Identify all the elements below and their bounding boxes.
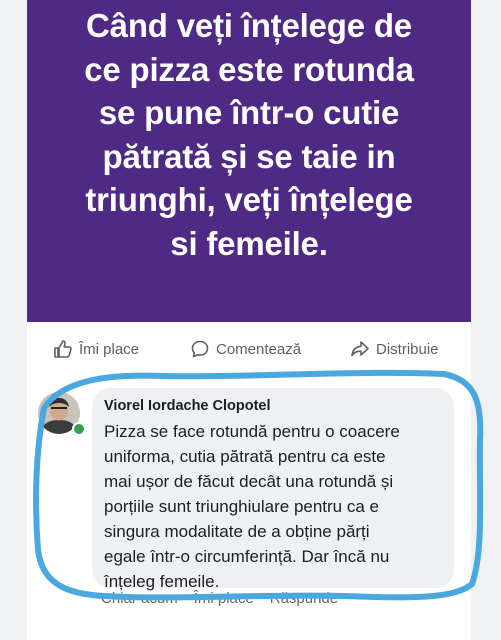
comment-reply-link[interactable]: Răspunde xyxy=(270,590,338,612)
comment-author[interactable]: Viorel Iordache Clopotel xyxy=(104,398,271,414)
post-actions-bar: Îmi place Comentează Distribuie xyxy=(27,322,471,374)
share-label: Distribuie xyxy=(376,340,439,358)
comment-label: Comentează xyxy=(216,340,302,358)
comment-like-link[interactable]: Îmi place xyxy=(194,590,254,612)
comment-button[interactable]: Comentează xyxy=(190,338,301,360)
like-label: Îmi place xyxy=(79,340,140,358)
comment-icon xyxy=(191,340,209,358)
share-button[interactable]: Distribuie xyxy=(350,338,439,360)
post-banner: Când veți înțelege de ce pizza este rotu… xyxy=(27,0,471,322)
comment-timestamp[interactable]: Chiar acum xyxy=(101,590,178,612)
online-status-dot xyxy=(72,422,86,436)
share-icon xyxy=(351,341,369,357)
post-text: Când veți înțelege de ce pizza este rotu… xyxy=(84,7,414,262)
comment-text: Pizza se face rotundă pentru o coacere u… xyxy=(104,422,400,591)
comment-bubble: Viorel Iordache Clopotel Pizza se face r… xyxy=(92,388,454,591)
thumbs-up-icon xyxy=(54,340,72,358)
like-button[interactable]: Îmi place xyxy=(53,338,139,360)
comment-meta: Chiar acum Îmi place Răspunde xyxy=(101,590,338,612)
